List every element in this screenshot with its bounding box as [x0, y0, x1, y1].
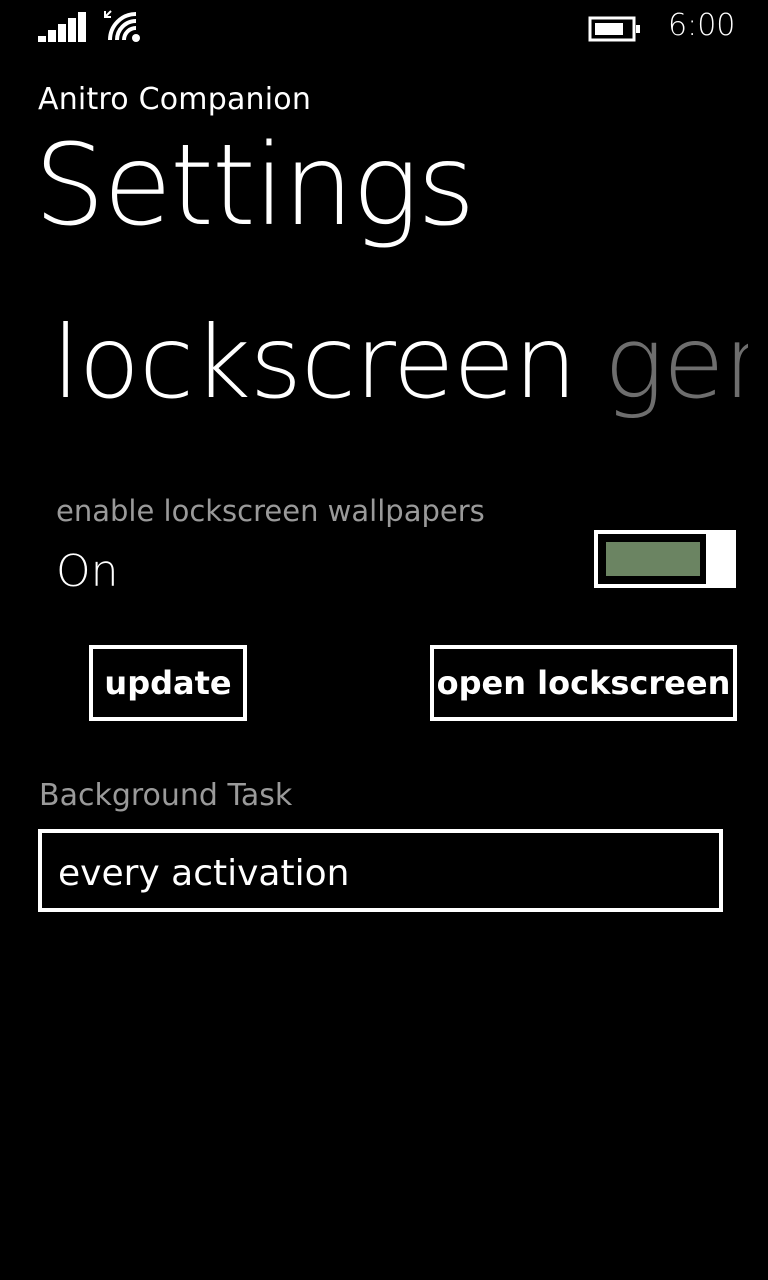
wallpaper-toggle-state: On	[56, 546, 119, 597]
battery-icon	[588, 16, 640, 42]
toggle-thumb[interactable]	[706, 530, 736, 588]
pivot-item-general[interactable]: gen	[604, 300, 748, 425]
update-button[interactable]: update	[89, 645, 247, 721]
status-clock: 6:00	[668, 8, 736, 43]
status-bar: 6:00	[0, 0, 768, 56]
open-lockscreen-button[interactable]: open lockscreen	[430, 645, 737, 721]
wallpaper-toggle-switch[interactable]	[594, 530, 736, 588]
wifi-icon	[104, 10, 140, 42]
signal-strength-icon	[38, 12, 86, 42]
background-task-label: Background Task	[39, 778, 293, 813]
wallpaper-toggle-label: enable lockscreen wallpapers	[56, 494, 485, 528]
app-title: Anitro Companion	[38, 82, 312, 117]
page-title: Settings	[34, 121, 475, 251]
background-task-select[interactable]: every activation	[38, 829, 723, 912]
pivot-header: lockscreen gen	[0, 300, 748, 450]
background-task-value: every activation	[58, 853, 350, 894]
toggle-track	[594, 530, 712, 588]
pivot-item-lockscreen[interactable]: lockscreen	[52, 300, 577, 425]
toggle-fill	[606, 542, 700, 576]
